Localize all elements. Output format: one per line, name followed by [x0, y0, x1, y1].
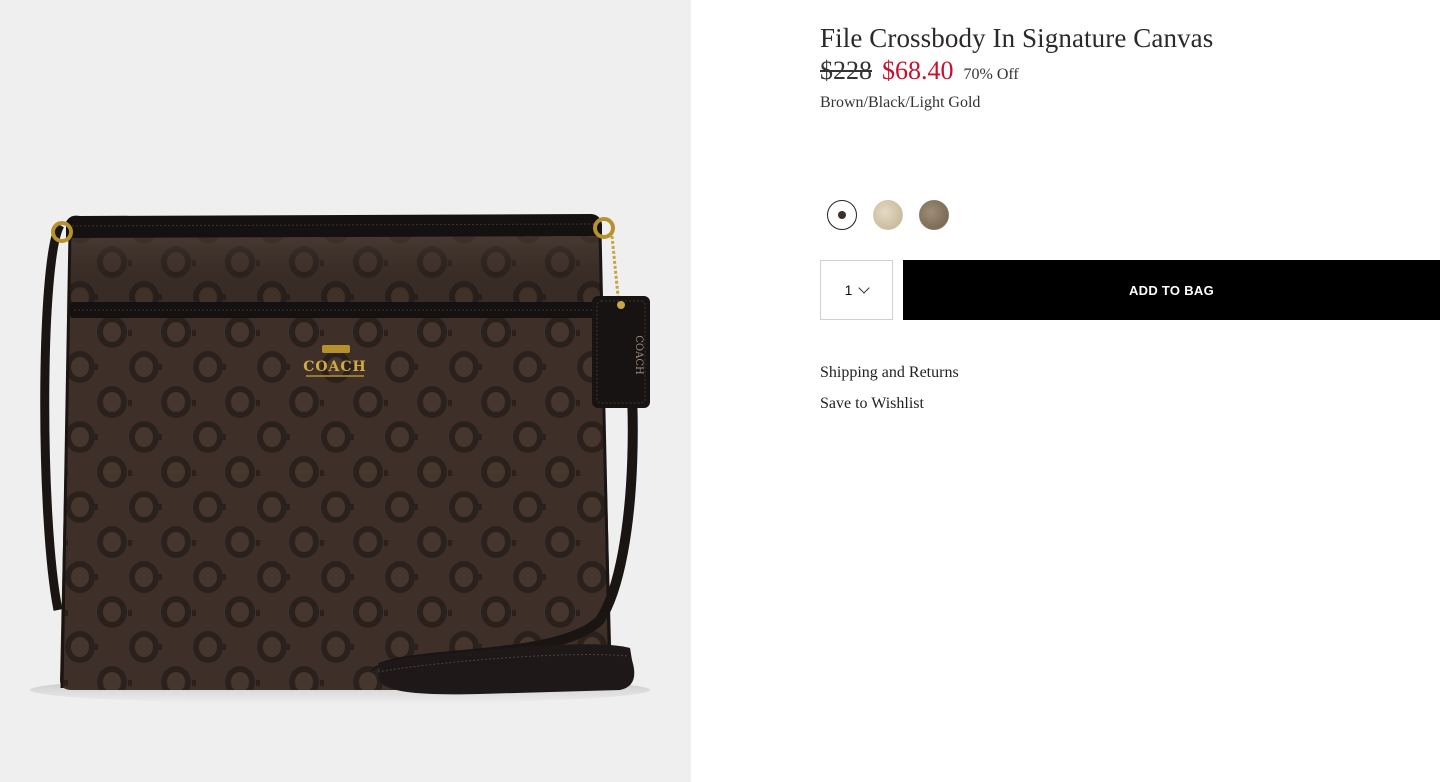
shipping-returns-link[interactable]: Shipping and Returns [820, 364, 959, 382]
add-to-bag-button[interactable]: ADD TO BAG [903, 260, 1440, 320]
discount-label: 70% Off [963, 66, 1019, 83]
selected-color-name: Brown/Black/Light Gold [820, 94, 981, 111]
chevron-down-icon [858, 282, 871, 294]
swatch-brown-black-selected[interactable] [827, 200, 857, 230]
save-to-wishlist-link[interactable]: Save to Wishlist [820, 395, 924, 413]
swatch-taupe[interactable] [919, 200, 949, 230]
handbag-illustration: COACH COACH [30, 214, 650, 704]
tag-logo-text: COACH [633, 335, 644, 375]
product-details: File Crossbody In Signature Canvas $228 … [820, 0, 1440, 782]
product-page: COACH COACH File Crossbody In Signature … [0, 0, 1449, 782]
quantity-value: 1 [844, 282, 853, 298]
swatch-khaki[interactable] [873, 200, 903, 230]
product-image[interactable]: COACH COACH [0, 0, 691, 782]
product-title: File Crossbody In Signature Canvas [820, 23, 1214, 53]
color-swatches [827, 200, 949, 230]
selected-dot-icon [838, 211, 846, 219]
price-row: $228 $68.40 70% Off [820, 56, 1019, 92]
sale-price: $68.40 [882, 56, 954, 85]
quantity-select[interactable]: 1 [820, 260, 893, 320]
coach-logo-text: COACH [303, 359, 367, 375]
original-price: $228 [820, 56, 872, 85]
